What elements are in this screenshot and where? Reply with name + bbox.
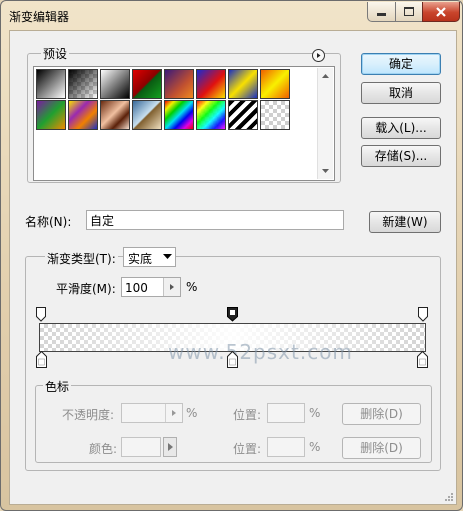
preset-swatch[interactable] <box>196 69 226 99</box>
maximize-button[interactable] <box>395 2 423 22</box>
chevron-right-icon <box>168 443 173 451</box>
smoothness-label: 平滑度(M): <box>56 282 116 296</box>
presets-list[interactable] <box>33 66 335 181</box>
preset-swatch[interactable] <box>260 69 290 99</box>
name-input[interactable]: 自定 <box>86 210 344 230</box>
minimize-button[interactable] <box>367 2 396 22</box>
close-icon <box>436 6 446 17</box>
presets-menu-button[interactable] <box>312 49 325 62</box>
color-stops-legend: 色标 <box>43 378 72 395</box>
opacity-midpoint-stop[interactable] <box>227 307 238 322</box>
dialog-body: 预设 确定 取消 载入(L)... 存储(S)... 名称(N): 自定 新建(… <box>9 30 457 505</box>
resize-grip-icon[interactable] <box>444 492 454 502</box>
name-label: 名称(N): <box>25 215 72 229</box>
color-stop[interactable] <box>227 351 238 368</box>
preset-swatch[interactable] <box>164 100 194 130</box>
maximize-icon <box>404 7 414 16</box>
color-stop[interactable] <box>417 351 428 368</box>
cancel-button[interactable]: 取消 <box>361 82 441 104</box>
opacity-label: 不透明度: <box>62 408 115 422</box>
delete-opacity-stop-button[interactable]: 删除(D) <box>342 403 421 425</box>
preset-swatch[interactable] <box>164 69 194 99</box>
color-menu-button[interactable] <box>163 437 177 457</box>
close-button[interactable] <box>422 2 460 22</box>
preset-swatch[interactable] <box>36 69 66 99</box>
color-stop[interactable] <box>36 351 47 368</box>
chevron-right-icon <box>172 410 176 416</box>
delete-color-stop-button[interactable]: 删除(D) <box>342 437 421 459</box>
preset-swatch[interactable] <box>68 100 98 130</box>
ok-button[interactable]: 确定 <box>361 53 441 75</box>
preset-swatch[interactable] <box>36 100 66 130</box>
presets-legend: 预设 <box>41 45 70 62</box>
color-location-input[interactable] <box>267 437 305 457</box>
preset-swatch[interactable] <box>132 100 162 130</box>
watermark-text: www.52psxt.com <box>168 340 353 364</box>
preset-swatch[interactable] <box>260 100 290 130</box>
presets-scrollbar[interactable] <box>317 68 333 179</box>
preset-swatch[interactable] <box>196 100 226 130</box>
color-label: 颜色: <box>89 442 118 456</box>
new-button[interactable]: 新建(W) <box>369 211 441 233</box>
window-title: 渐变编辑器 <box>9 10 70 24</box>
smoothness-stepper[interactable] <box>163 278 180 296</box>
opacity-location-label: 位置: <box>233 408 262 422</box>
opacity-stepper[interactable] <box>165 404 182 422</box>
gradient-type-label: 渐变类型(T): <box>45 250 118 267</box>
smoothness-input[interactable]: 100 <box>121 277 181 297</box>
load-button[interactable]: 载入(L)... <box>361 117 441 139</box>
color-location-unit: % <box>309 440 321 454</box>
gradient-type-value: 实底 <box>128 252 153 266</box>
scroll-up-icon[interactable] <box>318 70 333 82</box>
gradient-editor-window: 渐变编辑器 预设 确定 取消 载入(L)... 存储(S)... 名称(N): … <box>0 0 463 511</box>
opacity-location-input[interactable] <box>267 403 305 423</box>
preset-swatch[interactable] <box>68 69 98 99</box>
color-swatch-field[interactable] <box>121 437 161 457</box>
arrow-right-circle-icon <box>317 53 321 58</box>
opacity-unit: % <box>186 406 198 420</box>
opacity-stop[interactable] <box>36 307 46 322</box>
color-location-label: 位置: <box>233 442 262 456</box>
chevron-down-icon <box>163 254 172 259</box>
save-button[interactable]: 存储(S)... <box>361 145 441 167</box>
preset-swatch[interactable] <box>100 69 130 99</box>
smoothness-unit: % <box>186 280 198 294</box>
smoothness-value: 100 <box>125 281 148 295</box>
preset-swatch[interactable] <box>228 100 258 130</box>
preset-swatch[interactable] <box>100 100 130 130</box>
scroll-down-icon[interactable] <box>318 165 333 177</box>
preset-swatch[interactable] <box>132 69 162 99</box>
opacity-input[interactable] <box>121 403 183 423</box>
minimize-icon <box>377 13 386 16</box>
opacity-stop[interactable] <box>418 307 428 322</box>
gradient-type-select[interactable]: 实底 <box>123 247 176 267</box>
opacity-location-unit: % <box>309 406 321 420</box>
preset-swatch[interactable] <box>228 69 258 99</box>
chevron-right-icon <box>170 284 174 290</box>
